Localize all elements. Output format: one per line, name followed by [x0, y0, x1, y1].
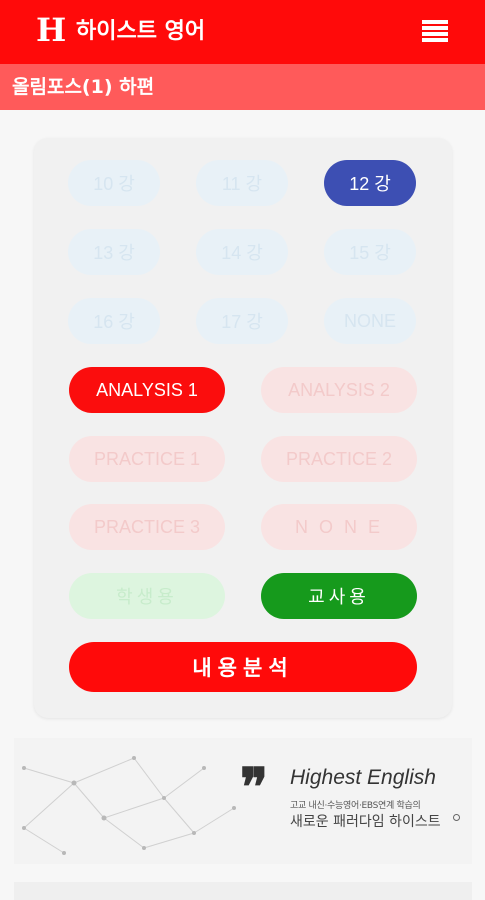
banner-slogan: 새로운 패러다임 하이스트 [290, 814, 441, 830]
practice-1-button[interactable]: PRACTICE 1 [69, 436, 225, 482]
analysis-1-button[interactable]: ANALYSIS 1 [69, 367, 225, 413]
app-logo: H [36, 11, 67, 49]
promo-banner[interactable]: ❞ Highest English 고교 내신·수능영어·EBS연계 학습의 새… [14, 738, 472, 864]
sub-header: 올림포스(1) 하편 [0, 64, 485, 110]
bottom-banner-edge [14, 882, 472, 900]
lecture-button-17[interactable]: 17 강 [196, 298, 288, 344]
analysis-2-button[interactable]: ANALYSIS 2 [261, 367, 417, 413]
book-title: 올림포스(1) 하편 [12, 76, 155, 98]
lecture-button-none[interactable]: NONE [324, 298, 416, 344]
quote-icon: ❞ [240, 757, 268, 818]
hamburger-menu-icon[interactable] [422, 20, 448, 44]
lecture-button-10[interactable]: 10 강 [68, 160, 160, 206]
analyze-content-button[interactable]: 내용분석 [69, 642, 417, 692]
student-version-button[interactable]: 학생용 [69, 573, 225, 619]
lecture-button-12[interactable]: 12 강 [324, 160, 416, 206]
lecture-button-13[interactable]: 13 강 [68, 229, 160, 275]
selection-panel: 10 강 11 강 12 강 13 강 14 강 15 강 16 강 17 강 … [34, 138, 452, 718]
lecture-button-11[interactable]: 11 강 [196, 160, 288, 206]
lecture-button-16[interactable]: 16 강 [68, 298, 160, 344]
practice-2-button[interactable]: PRACTICE 2 [261, 436, 417, 482]
practice-3-button[interactable]: PRACTICE 3 [69, 504, 225, 550]
top-app-bar: H 하이스트 영어 [0, 0, 485, 64]
part-none-button[interactable]: N O N E [261, 504, 417, 550]
lecture-button-15[interactable]: 15 강 [324, 229, 416, 275]
network-graphic [22, 756, 236, 855]
banner-subtitle: 고교 내신·수능영어·EBS연계 학습의 [290, 801, 421, 811]
app-title: 하이스트 영어 [76, 19, 206, 44]
lecture-button-14[interactable]: 14 강 [196, 229, 288, 275]
banner-title: Highest English [290, 766, 436, 789]
banner-indicator-icon [453, 814, 460, 821]
teacher-version-button[interactable]: 교사용 [261, 573, 417, 619]
